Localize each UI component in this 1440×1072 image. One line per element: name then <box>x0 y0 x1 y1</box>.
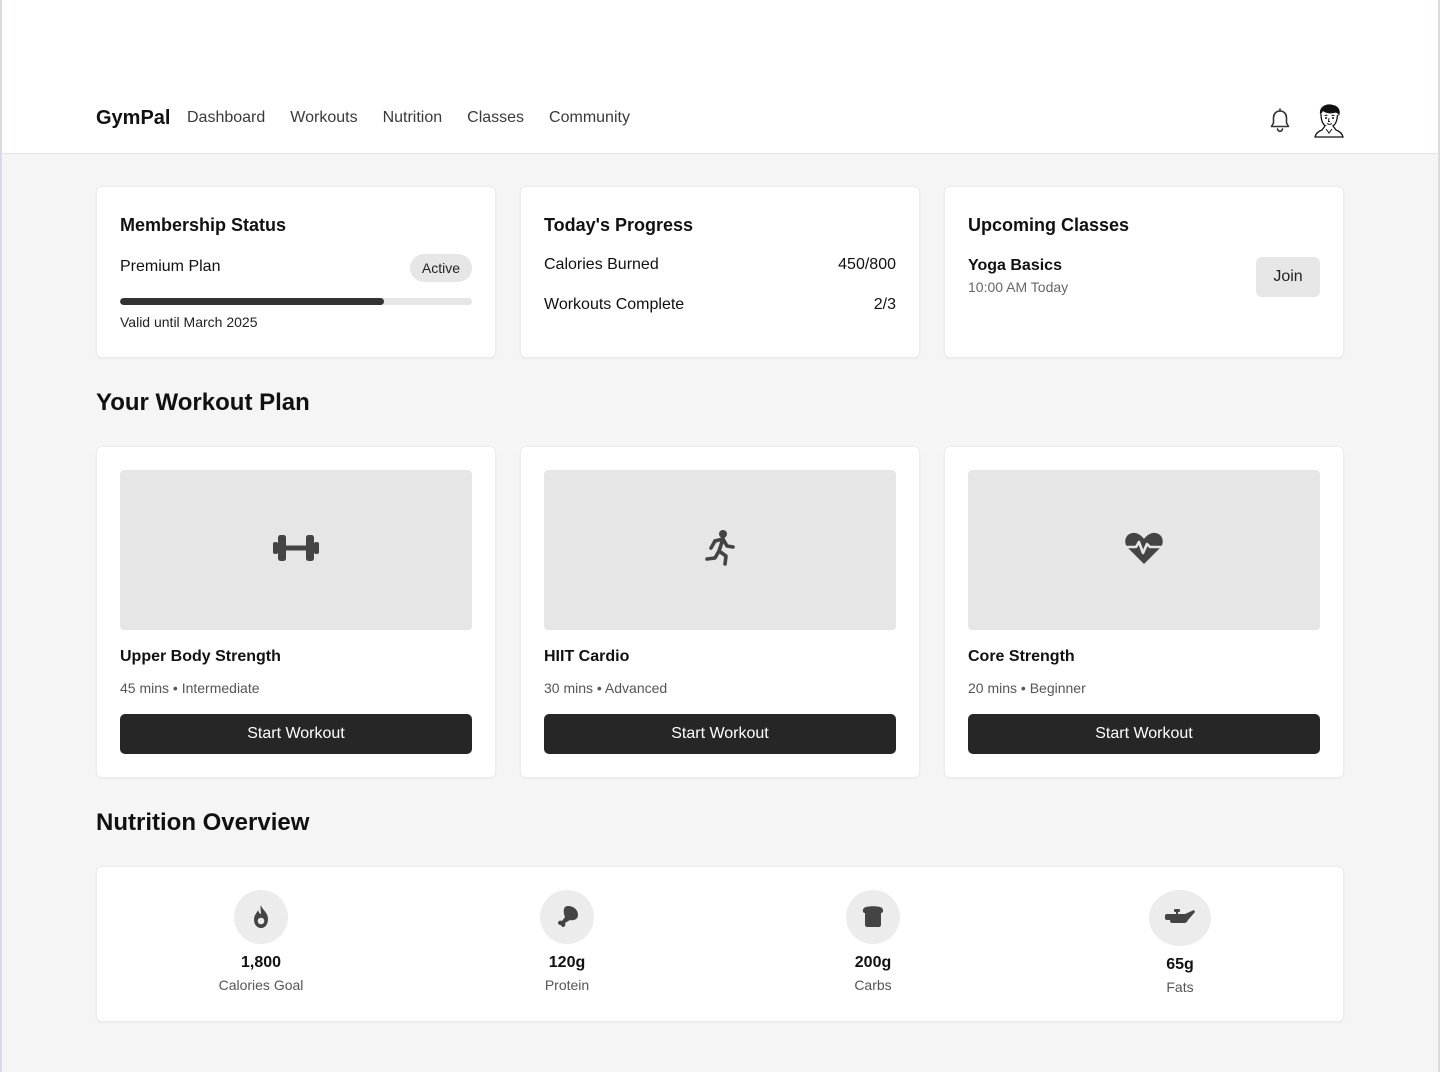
nutrition-value: 200g <box>854 954 892 971</box>
bread-icon <box>846 890 900 944</box>
fire-icon <box>234 890 288 944</box>
drumstick-icon <box>540 890 594 944</box>
plan-name: Premium Plan <box>120 258 221 275</box>
join-class-button[interactable]: Join <box>1256 257 1320 297</box>
membership-progress-bar <box>120 298 472 305</box>
nutrition-item-calories: 1,800 Calories Goal <box>181 890 341 993</box>
nav-workouts[interactable]: Workouts <box>290 109 357 127</box>
membership-status-card: Membership Status Premium Plan Active Va… <box>96 186 496 358</box>
card-title: Membership Status <box>120 215 287 235</box>
nutrition-value: 65g <box>1166 956 1194 973</box>
heartbeat-icon <box>1123 531 1165 570</box>
workout-image <box>968 470 1320 630</box>
status-badge: Active <box>409 254 472 282</box>
stat-value: 2/3 <box>873 296 896 313</box>
window-frame-left <box>0 0 2 1072</box>
avatar[interactable] <box>1313 102 1345 138</box>
todays-progress-card: Today's Progress Calories Burned 450/800… <box>520 186 920 358</box>
workout-meta: 20 mins • Beginner <box>968 680 1086 696</box>
nutrition-overview-card: 1,800 Calories Goal 120g Protein 200g Ca… <box>96 866 1344 1022</box>
workout-card: Core Strength 20 mins • Beginner Start W… <box>944 446 1344 778</box>
nutrition-item-carbs: 200g Carbs <box>793 890 953 993</box>
dumbbell-icon <box>273 531 319 570</box>
card-title: Today's Progress <box>544 215 694 235</box>
top-navigation-bar: GymPal Dashboard Workouts Nutrition Clas… <box>2 0 1438 154</box>
workout-image <box>544 470 896 630</box>
stat-label: Workouts Complete <box>544 296 685 313</box>
nutrition-item-fats: 65g Fats <box>1100 890 1260 995</box>
nutrition-value: 120g <box>548 954 586 971</box>
running-icon <box>703 529 737 572</box>
start-workout-button[interactable]: Start Workout <box>120 714 472 754</box>
workout-title: Core Strength <box>968 648 1075 665</box>
stat-label: Calories Burned <box>544 256 659 273</box>
nutrition-item-protein: 120g Protein <box>487 890 647 993</box>
stat-row-calories: Calories Burned 450/800 <box>544 256 896 274</box>
section-title-workout-plan: Your Workout Plan <box>96 389 310 416</box>
section-title-nutrition: Nutrition Overview <box>96 809 310 836</box>
workout-card: HIIT Cardio 30 mins • Advanced Start Wor… <box>520 446 920 778</box>
workout-title: HIIT Cardio <box>544 648 630 665</box>
nutrition-label: Carbs <box>854 977 892 993</box>
oil-can-icon <box>1149 890 1211 946</box>
class-name: Yoga Basics <box>968 257 1062 274</box>
workout-card: Upper Body Strength 45 mins • Intermedia… <box>96 446 496 778</box>
workout-title: Upper Body Strength <box>120 648 281 665</box>
main-nav: Dashboard Workouts Nutrition Classes Com… <box>187 109 655 127</box>
class-time: 10:00 AM Today <box>968 279 1069 295</box>
nav-nutrition[interactable]: Nutrition <box>383 109 443 127</box>
nutrition-label: Protein <box>544 977 590 993</box>
workout-meta: 45 mins • Intermediate <box>120 680 260 696</box>
valid-until-text: Valid until March 2025 <box>120 314 258 330</box>
nav-classes[interactable]: Classes <box>467 109 524 127</box>
nutrition-label: Calories Goal <box>218 977 304 993</box>
brand-logo[interactable]: GymPal <box>96 107 170 130</box>
nav-community[interactable]: Community <box>549 109 630 127</box>
nutrition-value: 1,800 <box>240 954 282 971</box>
stat-value: 450/800 <box>838 256 896 273</box>
membership-progress-fill <box>120 298 384 305</box>
start-workout-button[interactable]: Start Workout <box>968 714 1320 754</box>
stat-row-workouts: Workouts Complete 2/3 <box>544 296 896 314</box>
bell-icon[interactable] <box>1269 108 1291 134</box>
workout-meta: 30 mins • Advanced <box>544 680 668 696</box>
nav-dashboard[interactable]: Dashboard <box>187 109 265 127</box>
nutrition-label: Fats <box>1166 979 1194 995</box>
upcoming-classes-card: Upcoming Classes Yoga Basics 10:00 AM To… <box>944 186 1344 358</box>
start-workout-button[interactable]: Start Workout <box>544 714 896 754</box>
workout-image <box>120 470 472 630</box>
card-title: Upcoming Classes <box>968 215 1130 235</box>
